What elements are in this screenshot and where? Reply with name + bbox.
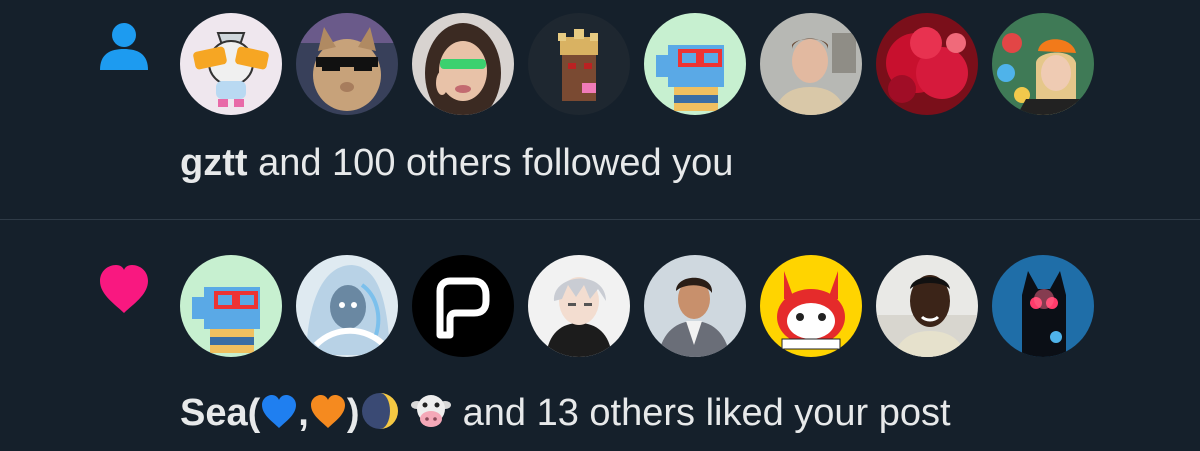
orange-heart-emoji — [310, 395, 345, 428]
cat-sunglasses-avatar[interactable] — [296, 13, 398, 115]
red-bunny-avatar[interactable] — [760, 255, 862, 357]
man-portrait-avatar[interactable] — [760, 13, 862, 115]
liker-avatars — [180, 255, 1094, 357]
anime-girl-avatar[interactable] — [296, 255, 398, 357]
heart-icon — [100, 265, 148, 313]
actor-name[interactable]: gztt — [180, 142, 248, 184]
woman-green-glasses-avatar[interactable] — [412, 13, 514, 115]
pixel-blue-fish-avatar[interactable] — [644, 13, 746, 115]
anime-boy-avatar[interactable] — [528, 255, 630, 357]
person-icon — [100, 23, 148, 70]
notification-message: and 100 others followed you — [258, 142, 734, 184]
seeing-signs-avatar[interactable] — [180, 13, 282, 115]
follower-avatars — [180, 13, 1094, 115]
blue-heart-emoji — [262, 395, 297, 428]
pixel-punk-avatar[interactable] — [528, 13, 630, 115]
woman-orange-cap-avatar[interactable] — [992, 13, 1094, 115]
dark-creature-avatar[interactable] — [992, 255, 1094, 357]
actor-name[interactable]: Sea(,) — [180, 392, 400, 434]
like-notification[interactable]: Sea(,) and 13 others liked your post — [0, 220, 1200, 451]
follow-notification-text: gztt and 100 others followed you — [180, 140, 733, 186]
like-notification-text: Sea(,) and 13 others liked your post — [180, 390, 951, 436]
man-smiling-avatar[interactable] — [876, 255, 978, 357]
moon-emoji — [361, 393, 398, 429]
logo-p-avatar[interactable] — [412, 255, 514, 357]
notification-message: and 13 others liked your post — [462, 392, 951, 434]
pixel-blue-fish-avatar[interactable] — [180, 255, 282, 357]
cow-emoji — [411, 395, 452, 427]
red-feathers-avatar[interactable] — [876, 13, 978, 115]
man-suit-avatar[interactable] — [644, 255, 746, 357]
follow-notification[interactable]: gztt and 100 others followed you — [0, 0, 1200, 220]
